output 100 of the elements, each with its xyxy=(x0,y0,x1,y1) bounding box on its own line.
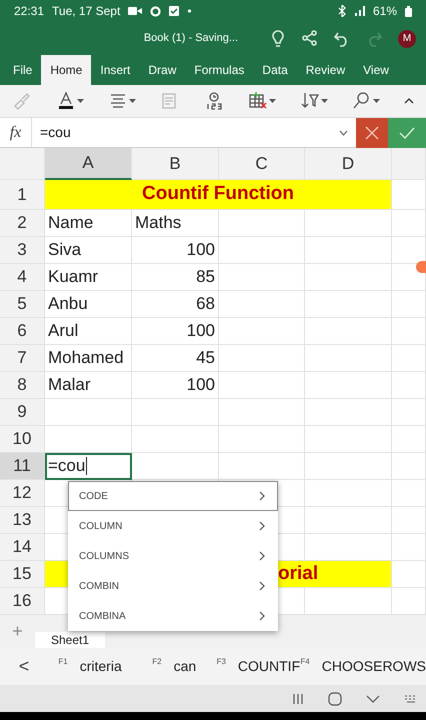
clock-time: 22:31 xyxy=(14,3,44,20)
paintbrush-icon xyxy=(12,91,32,111)
cell-text: 100 xyxy=(186,374,215,396)
cell-formula: =cou xyxy=(48,455,86,478)
cell-text: 68 xyxy=(196,293,215,316)
checkmark-icon xyxy=(399,126,415,138)
video-icon xyxy=(128,6,142,16)
battery-percent: 61% xyxy=(372,3,397,20)
battery-icon xyxy=(405,6,412,16)
table-cell xyxy=(392,318,426,345)
chevron-up-icon xyxy=(404,98,414,104)
hide-keyboard-icon[interactable] xyxy=(366,694,380,702)
table-cell xyxy=(392,345,426,372)
keyboard-icon[interactable] xyxy=(404,694,418,704)
row-header[interactable]: 3 xyxy=(0,237,45,264)
table-cell xyxy=(392,180,426,210)
row-header[interactable]: 5 xyxy=(0,291,45,318)
cell-text: 45 xyxy=(196,347,215,370)
column-header[interactable]: D xyxy=(305,148,392,180)
suggestion-key[interactable]: F2 can xyxy=(132,656,216,677)
avatar[interactable]: M xyxy=(398,30,416,48)
row-header[interactable]: 8 xyxy=(0,372,45,399)
column-header[interactable]: C xyxy=(219,148,305,180)
row-header[interactable]: 10 xyxy=(0,426,45,453)
share-icon xyxy=(302,30,318,47)
function-suggestion[interactable]: COLUMNS xyxy=(68,541,278,571)
row-header[interactable]: 9 xyxy=(0,399,45,426)
cell-text: 100 xyxy=(186,239,215,262)
function-suggestion[interactable]: COMBIN xyxy=(68,571,278,601)
function-suggestion[interactable]: CODE xyxy=(68,481,278,511)
checkbox-icon xyxy=(169,6,180,16)
cell-text: Kuamr xyxy=(48,266,98,288)
editing-cell[interactable]: =cou xyxy=(45,453,132,480)
suggestion-key[interactable]: F1 criteria xyxy=(48,656,132,677)
cell-text: Arul xyxy=(48,320,78,342)
row-header[interactable]: 1 xyxy=(0,180,45,210)
table-cell xyxy=(392,399,426,426)
notification-dot: • xyxy=(187,3,192,20)
ribbon-tab[interactable]: Insert xyxy=(91,55,140,85)
share-button[interactable] xyxy=(302,30,318,47)
table-cell xyxy=(392,507,426,534)
row-header[interactable]: 2 xyxy=(0,210,45,237)
cell-text: Siva xyxy=(48,239,82,262)
row-header[interactable]: 4 xyxy=(0,264,45,291)
chat-icon xyxy=(150,6,162,16)
chevron-right-icon xyxy=(259,551,265,561)
column-header[interactable]: B xyxy=(132,148,219,180)
suggestion-key[interactable]: F4 CHOOSEROWS xyxy=(300,656,426,677)
chevron-right-icon xyxy=(259,491,265,501)
row-header[interactable]: 13 xyxy=(0,507,45,534)
cell-text: 85 xyxy=(196,266,215,288)
lightbulb-button[interactable] xyxy=(270,30,286,47)
table-cell xyxy=(392,426,426,453)
bluetooth-icon xyxy=(338,5,347,17)
table-cell xyxy=(392,561,426,588)
ribbon-tab[interactable]: View xyxy=(354,55,398,85)
row-header[interactable]: 16 xyxy=(0,588,45,615)
ribbon-tab[interactable]: Home xyxy=(41,55,92,85)
table-cell xyxy=(392,372,426,399)
title-cell: Countif Function xyxy=(45,180,392,210)
ribbon-tab[interactable]: Data xyxy=(253,55,297,85)
chevron-right-icon xyxy=(259,521,265,531)
cell-text: Maths xyxy=(135,212,182,234)
table-cell xyxy=(392,291,426,318)
date-text: Tue, 17 Sept xyxy=(52,3,120,20)
row-header[interactable]: 12 xyxy=(0,480,45,507)
ribbon-tab[interactable]: Draw xyxy=(139,55,186,85)
table-cell xyxy=(392,480,426,507)
ribbon-tab[interactable]: Review xyxy=(296,55,354,85)
column-header[interactable]: A xyxy=(45,148,132,180)
cell-text: Name xyxy=(48,212,94,234)
table-cell xyxy=(392,453,426,480)
scroll-handle[interactable] xyxy=(416,261,426,273)
table-cell xyxy=(392,210,426,237)
signal-icon xyxy=(354,6,365,16)
table-cell xyxy=(392,534,426,561)
cell-text: Anbu xyxy=(48,293,88,316)
row-header[interactable]: 7 xyxy=(0,345,45,372)
home-icon[interactable] xyxy=(328,692,342,706)
recent-apps-icon[interactable] xyxy=(292,692,304,704)
cell-text: Malar xyxy=(48,374,91,396)
row-header[interactable]: 6 xyxy=(0,318,45,345)
back-button[interactable]: < xyxy=(0,653,48,680)
cell-text: 100 xyxy=(186,320,215,342)
suggestion-key[interactable]: F3 COUNTIF xyxy=(216,656,300,677)
cancel-button[interactable] xyxy=(356,118,388,148)
row-header[interactable]: 14 xyxy=(0,534,45,561)
chevron-right-icon xyxy=(259,581,265,591)
lightbulb-icon xyxy=(270,30,286,47)
close-icon xyxy=(365,126,379,140)
sheet-tab[interactable]: Sheet1 xyxy=(35,632,105,648)
document-title: Book (1) - Saving... xyxy=(144,31,238,46)
function-suggestion[interactable]: COMBINA xyxy=(68,601,278,631)
row-header[interactable]: 15 xyxy=(0,561,45,588)
ribbon-tab[interactable]: Formulas xyxy=(185,55,254,85)
function-suggestion[interactable]: COLUMN xyxy=(68,511,278,541)
cell-text: Mohamed xyxy=(48,347,124,370)
chevron-down-icon xyxy=(339,130,348,136)
row-header[interactable]: 11 xyxy=(0,453,45,480)
ribbon-tab[interactable]: File xyxy=(4,55,42,85)
